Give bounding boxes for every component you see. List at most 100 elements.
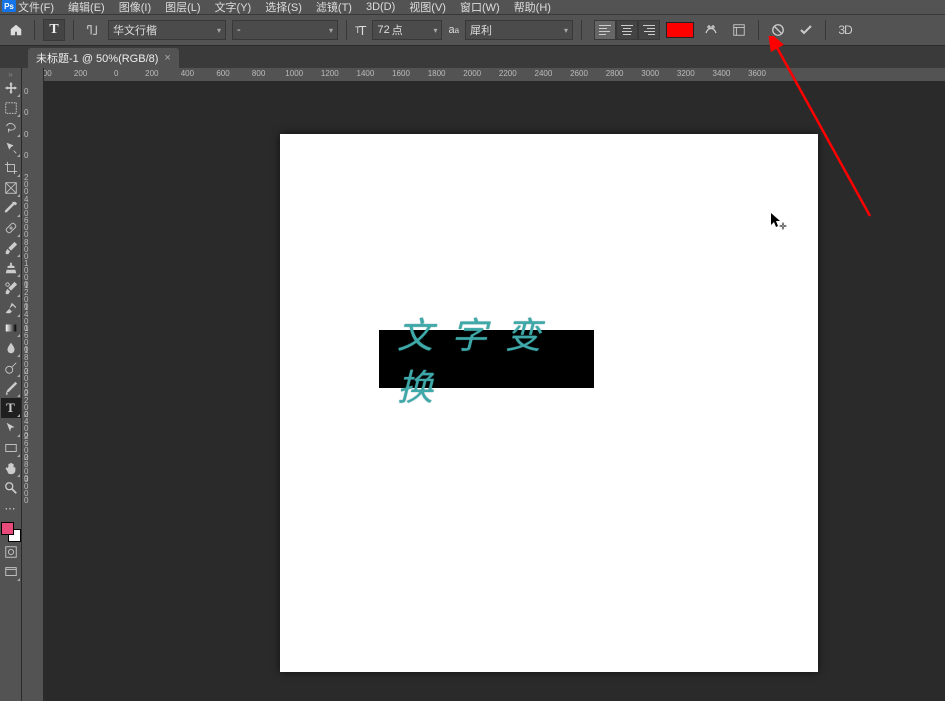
menu-file[interactable]: 文件(F) xyxy=(18,0,54,15)
anti-alias-value: 犀利 xyxy=(470,22,492,38)
ruler-tick-label: 3000 xyxy=(641,69,659,78)
blur-tool[interactable] xyxy=(1,338,21,358)
toolbox-collapse-grip[interactable]: » xyxy=(0,70,21,78)
tool-preset-type[interactable]: T xyxy=(43,19,65,41)
menu-bar: Ps 文件(F) 编辑(E) 图像(I) 图层(L) 文字(Y) 选择(S) 滤… xyxy=(0,0,945,14)
commit-edit-button[interactable] xyxy=(795,19,817,41)
screen-mode-button[interactable] xyxy=(1,562,21,582)
font-size-unit: 点 xyxy=(392,22,403,38)
ruler-tick-label: 1400 xyxy=(356,69,374,78)
text-layer-selection[interactable]: 文字变换 xyxy=(379,330,594,388)
font-size-icon: TT xyxy=(355,23,366,38)
lasso-tool[interactable] xyxy=(1,118,21,138)
menu-type[interactable]: 文字(Y) xyxy=(215,0,252,15)
ruler-tick-label: 0 xyxy=(22,152,44,159)
pen-tool[interactable] xyxy=(1,378,21,398)
zoom-tool[interactable] xyxy=(1,478,21,498)
menu-3d[interactable]: 3D(D) xyxy=(366,1,395,13)
crop-tool[interactable] xyxy=(1,158,21,178)
ruler-tick-label: 3000 xyxy=(22,476,44,504)
text-color-swatch[interactable] xyxy=(666,22,694,38)
cancel-edit-button[interactable] xyxy=(767,19,789,41)
document-tab[interactable]: 未标题-1 @ 50%(RGB/8) × xyxy=(28,48,179,68)
hand-tool[interactable] xyxy=(1,458,21,478)
anti-alias-dropdown[interactable]: 犀利 ▾ xyxy=(465,20,573,40)
menu-view[interactable]: 视图(V) xyxy=(409,0,446,15)
align-right-button[interactable] xyxy=(638,20,660,40)
menu-window[interactable]: 窗口(W) xyxy=(460,0,500,15)
menu-edit[interactable]: 编辑(E) xyxy=(68,0,105,15)
quick-mask-toggle[interactable] xyxy=(1,542,21,562)
eyedropper-tool[interactable] xyxy=(1,198,21,218)
ruler-tick-label: 0 xyxy=(22,109,44,116)
chevron-down-icon: ▾ xyxy=(217,26,221,35)
vertical-ruler: 0000200400600800100012001400160018002000… xyxy=(22,68,44,701)
ruler-tick-label: 400 xyxy=(22,196,44,217)
ruler-tick-label: 2800 xyxy=(606,69,624,78)
close-tab-icon[interactable]: × xyxy=(164,52,170,64)
font-style-dropdown[interactable]: - ▾ xyxy=(232,20,338,40)
warp-text-button[interactable] xyxy=(700,19,722,41)
divider xyxy=(34,20,35,40)
text-align-group xyxy=(594,20,660,40)
ruler-tick-label: 200 xyxy=(74,69,87,78)
menu-select[interactable]: 选择(S) xyxy=(265,0,302,15)
chevron-down-icon: ▾ xyxy=(433,26,437,35)
ruler-tick-label: 1200 xyxy=(321,69,339,78)
brush-tool[interactable] xyxy=(1,238,21,258)
ruler-tick-label: 200 xyxy=(145,69,158,78)
move-tool[interactable] xyxy=(1,78,21,98)
document-tab-title: 未标题-1 @ 50%(RGB/8) xyxy=(36,50,158,66)
canvas-area: 4002000200400600800100012001400160018002… xyxy=(44,68,945,701)
ruler-tick-label: 1600 xyxy=(392,69,410,78)
anti-alias-icon: aa xyxy=(448,24,459,36)
menu-filter[interactable]: 滤镜(T) xyxy=(316,0,352,15)
eraser-tool[interactable] xyxy=(1,298,21,318)
frame-tool[interactable] xyxy=(1,178,21,198)
ruler-tick-label: 200 xyxy=(22,174,44,195)
spot-healing-tool[interactable] xyxy=(1,218,21,238)
align-left-button[interactable] xyxy=(594,20,616,40)
text-orientation-toggle[interactable] xyxy=(82,20,102,40)
options-bar: T 华文行楷 ▾ - ▾ TT 72 点 ▾ aa 犀利 ▾ xyxy=(0,14,945,46)
ruler-tick-label: 800 xyxy=(252,69,265,78)
divider xyxy=(758,20,759,40)
history-brush-tool[interactable] xyxy=(1,278,21,298)
edit-toolbar-button[interactable]: ⋯ xyxy=(1,498,21,518)
character-panel-button[interactable] xyxy=(728,19,750,41)
foreground-color-chip[interactable] xyxy=(1,522,14,535)
font-family-dropdown[interactable]: 华文行楷 ▾ xyxy=(108,20,226,40)
type-tool[interactable]: T xyxy=(1,398,21,418)
canvas-viewport[interactable]: 文字变换 xyxy=(44,82,945,701)
menu-layer[interactable]: 图层(L) xyxy=(165,0,200,15)
ruler-tick-label: 0 xyxy=(22,88,44,95)
ruler-tick-label: 800 xyxy=(22,239,44,260)
workspace: » T ⋯ 0000200400600800100012001400160018… xyxy=(0,68,945,701)
align-center-button[interactable] xyxy=(616,20,638,40)
menu-image[interactable]: 图像(I) xyxy=(119,0,151,15)
font-size-value: 72 xyxy=(377,24,389,36)
app-logo: Ps xyxy=(2,0,16,12)
clone-stamp-tool[interactable] xyxy=(1,258,21,278)
toolbox: » T ⋯ xyxy=(0,68,22,701)
color-chips[interactable] xyxy=(1,522,21,542)
divider xyxy=(825,20,826,40)
ruler-tick-label: 3400 xyxy=(712,69,730,78)
ruler-tick-label: 0 xyxy=(114,69,118,78)
menu-help[interactable]: 帮助(H) xyxy=(514,0,551,15)
rectangular-marquee-tool[interactable] xyxy=(1,98,21,118)
font-size-dropdown[interactable]: 72 点 ▾ xyxy=(372,20,442,40)
ruler-tick-label: 2200 xyxy=(499,69,517,78)
home-button[interactable] xyxy=(6,20,26,40)
path-selection-tool[interactable] xyxy=(1,418,21,438)
quick-selection-tool[interactable] xyxy=(1,138,21,158)
rectangle-shape-tool[interactable] xyxy=(1,438,21,458)
divider xyxy=(581,20,582,40)
ruler-tick-label: 600 xyxy=(22,217,44,238)
ruler-tick-label: 400 xyxy=(181,69,194,78)
3d-button[interactable]: 3D xyxy=(834,19,856,41)
horizontal-ruler: 4002000200400600800100012001400160018002… xyxy=(44,68,945,82)
dodge-tool[interactable] xyxy=(1,358,21,378)
ruler-tick-label: 1000 xyxy=(285,69,303,78)
gradient-tool[interactable] xyxy=(1,318,21,338)
